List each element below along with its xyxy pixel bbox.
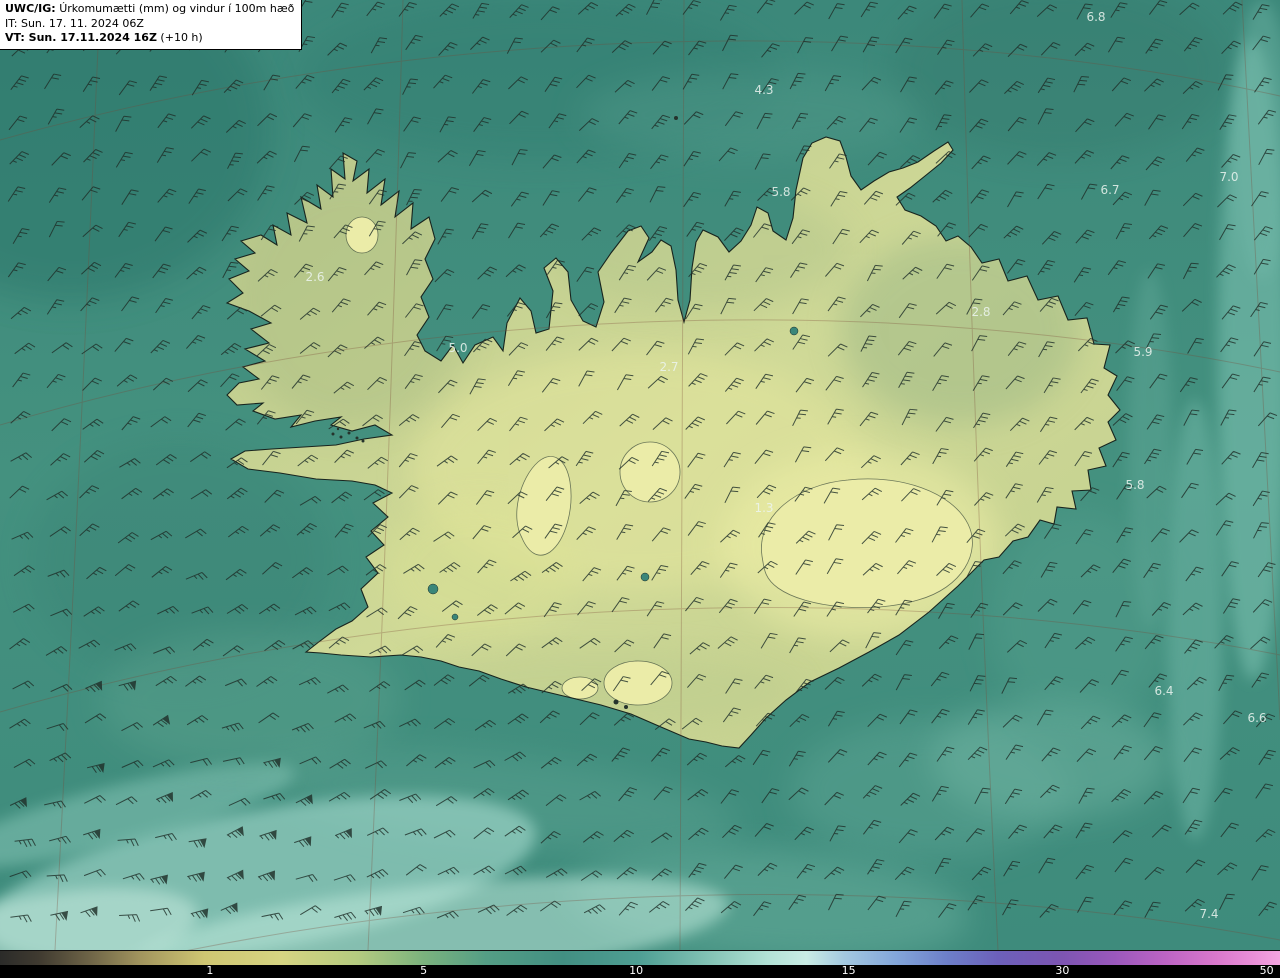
valid-time: VT: Sun. 17.11.2024 16Z (+10 h) — [5, 31, 294, 46]
info-box: UWC/IG: Úrkomumætti (mm) og vindur í 100… — [0, 0, 303, 50]
colorbar-gradient — [0, 950, 1280, 965]
product-title-text: Úrkomumætti (mm) og vindur í 100m hæð — [59, 2, 295, 15]
colorbar-tick-label: 5 — [420, 964, 428, 977]
map-value-label: 6.4 — [1154, 684, 1173, 698]
ocean-shade-patch — [1167, 400, 1223, 840]
weather-chart-page: 6.8 4.3 7.0 6.7 5.8 2.6 2.8 5.0 5.9 2.7 5.8 1.3 6.4 6… — [0, 0, 1280, 978]
colorbar-ticks: 1 5 10 15 30 50 — [0, 965, 1280, 978]
island — [361, 439, 365, 443]
map-value-label: 7.4 — [1199, 907, 1218, 921]
island — [624, 705, 628, 709]
colorbar-tick-label: 1 — [206, 964, 214, 977]
map-value-label: 5.9 — [1133, 345, 1152, 359]
island — [613, 699, 619, 705]
map-value-label: 1.3 — [754, 501, 773, 515]
lake — [451, 613, 459, 621]
island — [336, 427, 340, 431]
map-value-label: 6.7 — [1100, 183, 1119, 197]
island — [355, 436, 359, 440]
map-value-label: 4.3 — [754, 83, 773, 97]
lake — [640, 572, 650, 582]
glacier-drangajokull — [345, 216, 379, 254]
glacier-myrdalsjokull — [603, 660, 673, 706]
colorbar-tick-label: 10 — [629, 964, 644, 977]
map-value-label: 2.8 — [971, 305, 990, 319]
weather-map: 6.8 4.3 7.0 6.7 5.8 2.6 2.8 5.0 5.9 2.7 5.8 1.3 6.4 6… — [0, 0, 1280, 950]
init-time: IT: Sun. 17. 11. 2024 06Z — [5, 16, 144, 30]
map-value-label: 6.8 — [1086, 10, 1105, 24]
island — [347, 431, 351, 435]
map-value-label: 2.6 — [305, 270, 324, 284]
colorbar-tick-label: 30 — [1055, 964, 1070, 977]
colorbar: 1 5 10 15 30 50 — [0, 950, 1280, 978]
map-value-label: 5.8 — [771, 185, 790, 199]
valid-time-offset: (+10 h) — [156, 31, 203, 44]
map-value-label: 7.0 — [1219, 170, 1238, 184]
colorbar-tick-label: 50 — [1259, 964, 1274, 977]
map-value-label: 5.0 — [448, 341, 467, 355]
valid-time-main: VT: Sun. 17.11.2024 16Z — [5, 31, 157, 44]
glacier-hofsjokull — [619, 441, 681, 503]
lake — [427, 583, 439, 595]
lake — [789, 326, 799, 336]
ocean-shade-patch — [990, 510, 1170, 730]
map-value-label: 5.8 — [1125, 478, 1144, 492]
model-name: UWC/IG: — [5, 2, 56, 15]
island — [674, 116, 678, 120]
island — [331, 432, 335, 436]
island — [339, 435, 343, 439]
map-value-label: 6.6 — [1247, 711, 1266, 725]
colorbar-tick-label: 15 — [841, 964, 856, 977]
map-value-label: 2.7 — [659, 360, 678, 374]
product-title: UWC/IG: Úrkomumætti (mm) og vindur í 100… — [5, 2, 294, 17]
